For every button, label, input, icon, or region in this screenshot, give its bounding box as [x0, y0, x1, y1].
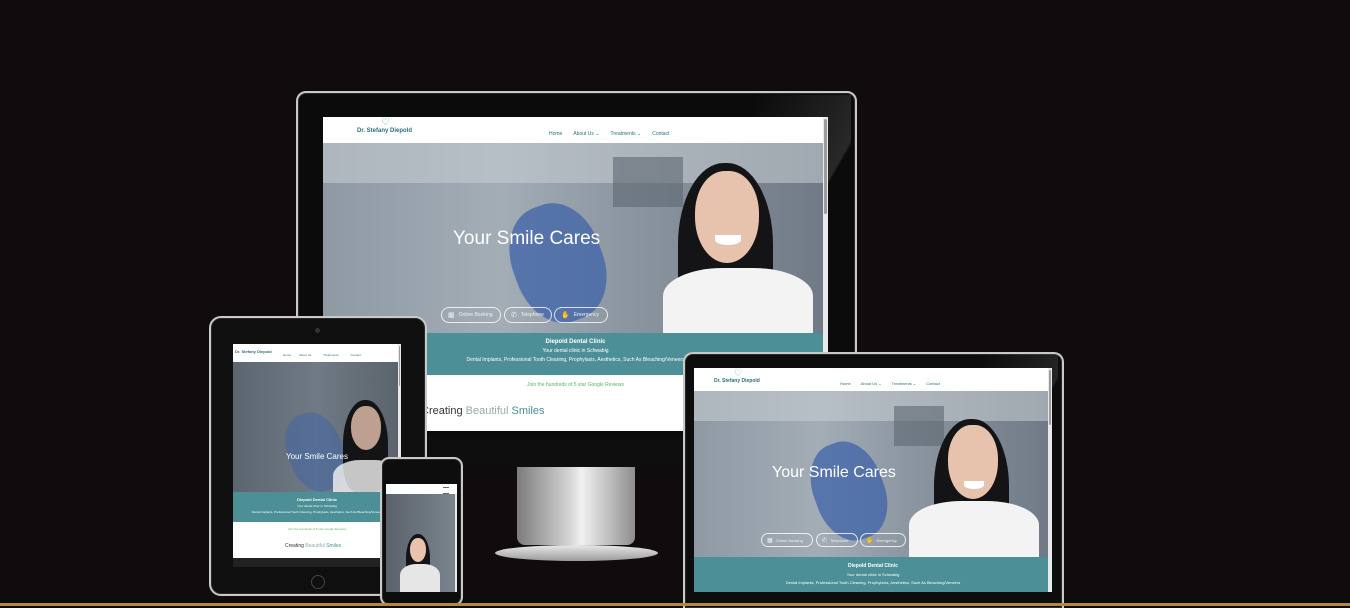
clinic-subtitle: Your dental clinic in Schwabig	[846, 572, 900, 577]
section-heading: Creating Beautiful Smiles	[421, 405, 545, 417]
online-booking-button[interactable]: ▦ Online Booking	[761, 533, 813, 547]
tooth-icon: ♡	[734, 368, 743, 378]
nav-treatments[interactable]: Treatments ⌄	[611, 131, 642, 137]
chevron-down-icon: ⌄	[637, 131, 642, 137]
phone-icon: ✆	[822, 537, 828, 544]
clinic-name: Diepold Dental Clinic	[847, 563, 898, 569]
reviews-link[interactable]: Join the hundreds of 5 star Google Revie…	[233, 527, 401, 531]
nav-contact[interactable]: Contact	[350, 353, 360, 357]
hero-title: Your Smile Cares	[286, 452, 348, 461]
clinic-info-band: Diepold Dental Clinic Your dental clinic…	[694, 557, 1052, 592]
scrollbar[interactable]	[1048, 368, 1052, 592]
nav-contact[interactable]: Contact	[926, 381, 940, 386]
laptop-device: ♡ Dr. Stefany Diepold Home About Us ⌄ Tr…	[683, 352, 1064, 608]
hamburger-menu-icon[interactable]	[443, 487, 449, 494]
mockup-canvas: { "site": { "logo": "Dr. Stefany Diepold…	[0, 0, 1350, 608]
home-button[interactable]	[311, 575, 325, 589]
hand-icon: ✋	[561, 312, 570, 319]
telephone-button[interactable]: ✆ Telephone	[816, 533, 858, 547]
nav-about[interactable]: About Us	[299, 353, 311, 357]
site-logo[interactable]: Dr. Stefany Diepold	[235, 349, 272, 354]
site-logo[interactable]: ♡ Dr. Stefany Diepold	[714, 368, 760, 385]
tablet-screen: Dr. Stefany Diepold Home About Us Treatm…	[233, 344, 401, 567]
laptop-screen: ♡ Dr. Stefany Diepold Home About Us ⌄ Tr…	[694, 368, 1052, 592]
main-nav: Home About Us ⌄ Treatments ⌄ Contact	[840, 381, 940, 386]
tooth-icon: ♡	[381, 117, 390, 128]
main-nav: Home About Us Treatments Contact	[283, 353, 361, 357]
hero-title: Your Smile Cares	[772, 464, 896, 481]
chevron-down-icon: ⌄	[595, 131, 600, 137]
hand-icon: ✋	[866, 537, 874, 544]
section-heading: Creating Beautiful Smiles	[285, 543, 342, 549]
emergency-button[interactable]: ✋ Emergency	[860, 533, 906, 547]
phone-device	[380, 457, 463, 606]
hero-banner: Your Smile Cares	[233, 362, 401, 492]
online-booking-button[interactable]: ▦ Online Booking	[441, 307, 501, 323]
hero-banner: Your Smile Cares ▦ Online Booking ✆ Teleph…	[323, 143, 828, 333]
nav-treatments[interactable]: Treatments ⌄	[892, 381, 917, 386]
chevron-down-icon: ⌄	[878, 381, 882, 386]
hero-banner: Your Smile Cares ▦ Online Booking ✆ Teleph…	[694, 391, 1052, 557]
nav-treatments[interactable]: Treatments	[323, 353, 338, 357]
hero-title: Your Smile Cares	[453, 228, 601, 249]
chevron-down-icon: ⌄	[912, 381, 917, 386]
telephone-button[interactable]: ✆ Telephone	[504, 307, 552, 323]
nav-contact[interactable]: Contact	[652, 131, 669, 137]
nav-about[interactable]: About Us ⌄	[573, 131, 599, 137]
monitor-stand	[495, 467, 658, 564]
calendar-icon: ▦	[448, 312, 455, 319]
phone-screen	[386, 484, 457, 592]
nav-about[interactable]: About Us ⌄	[861, 381, 882, 386]
scrollbar[interactable]	[455, 494, 457, 592]
nav-home[interactable]: Home	[549, 131, 562, 137]
clinic-services: Dental Implants, Professional Tooth Clea…	[785, 580, 961, 585]
main-nav: Home About Us ⌄ Treatments ⌄ Contact	[549, 131, 669, 137]
site-logo[interactable]: ♡ Dr. Stefany Diepold	[357, 117, 412, 135]
clinic-info-band: Diepold Dental Clinic Your dental clinic…	[233, 492, 401, 522]
phone-icon: ✆	[511, 312, 517, 319]
emergency-button[interactable]: ✋ Emergency	[554, 307, 608, 323]
nav-home[interactable]: Home	[283, 353, 291, 357]
nav-home[interactable]: Home	[840, 381, 851, 386]
calendar-icon: ▦	[767, 537, 773, 544]
